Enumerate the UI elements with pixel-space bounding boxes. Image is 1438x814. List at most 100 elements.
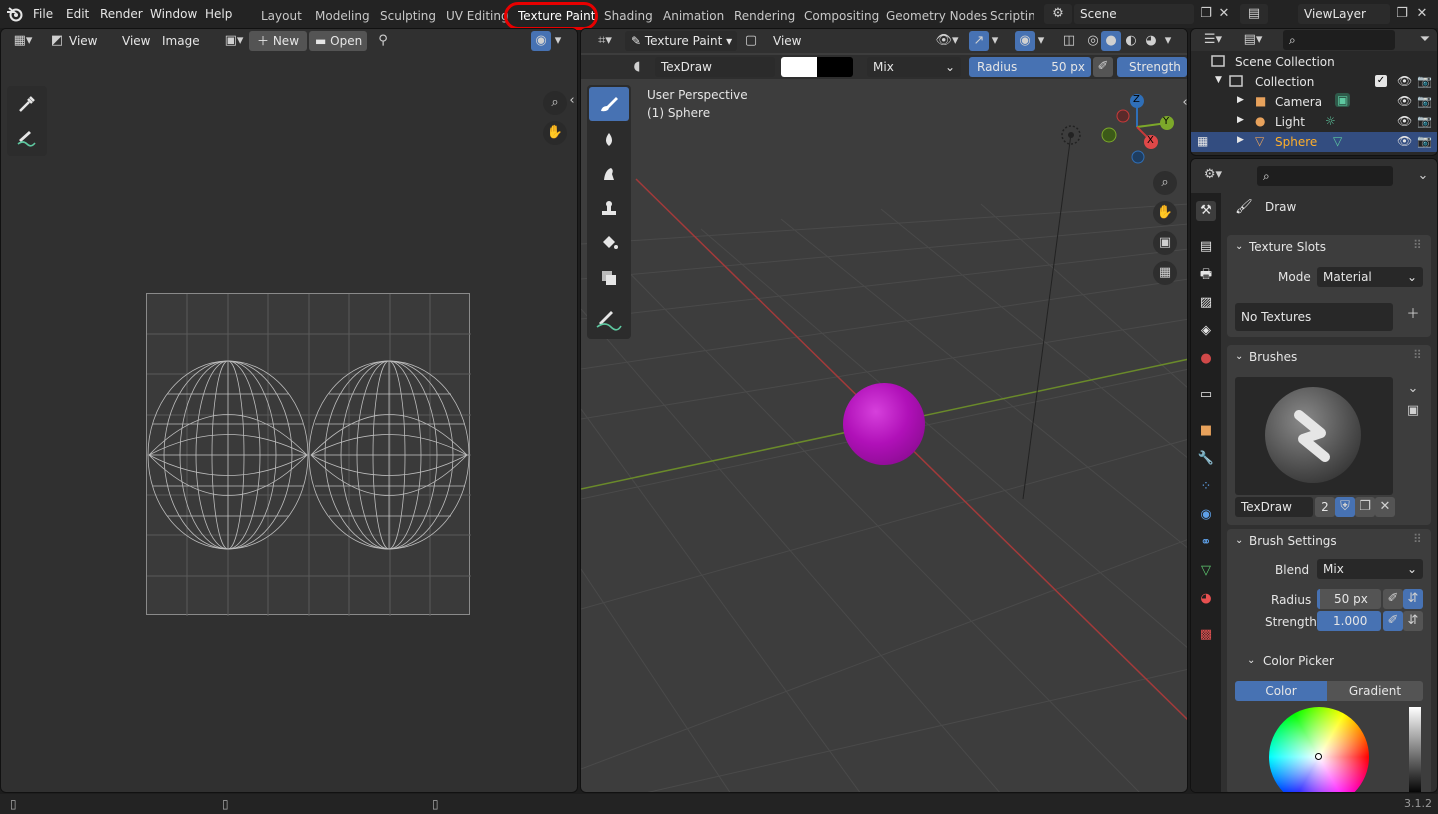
tab-uv-editing[interactable]: UV Editing <box>446 7 509 25</box>
collection-render-icon[interactable]: 📷 <box>1417 74 1432 88</box>
collection-checkbox[interactable]: ✓ <box>1375 75 1387 87</box>
strength-field[interactable]: 1.000 <box>1317 611 1381 631</box>
view-layer-tab-icon[interactable]: ▨ <box>1196 293 1216 313</box>
wireframe-shading-icon[interactable]: ◎ <box>1083 31 1103 51</box>
brush-list-dropdown-icon[interactable]: ⌄ <box>1403 379 1423 399</box>
scene-collection-label[interactable]: Scene Collection <box>1235 55 1335 69</box>
mode-dropdown[interactable]: Material ⌄ <box>1317 267 1423 287</box>
pan-hand-icon[interactable]: ✋ <box>543 121 567 145</box>
outliner-search-input[interactable]: ⌕ <box>1283 30 1395 50</box>
paint-mode-indicator-icon[interactable]: ▦ <box>1197 134 1208 148</box>
gizmo-toggle-icon[interactable]: ↗ <box>969 31 989 51</box>
camera-view-icon[interactable]: ▣ <box>1153 231 1177 255</box>
clone-tool[interactable] <box>589 191 629 225</box>
color-picker-expand-icon[interactable]: ⌄ <box>1247 655 1255 666</box>
overlay-icon[interactable]: ◉ <box>1015 31 1035 51</box>
menu-render[interactable]: Render <box>100 6 143 22</box>
xray-icon[interactable]: ◫ <box>1059 31 1079 51</box>
editor-type-3d-icon[interactable]: ⌗▾ <box>591 31 619 51</box>
sample-color-tool[interactable] <box>9 89 45 119</box>
pin-icon[interactable]: ⚲ <box>373 31 393 51</box>
brushes-title[interactable]: Brushes <box>1249 350 1297 364</box>
color-picker-title[interactable]: Color Picker <box>1263 654 1334 668</box>
blender-logo-icon[interactable] <box>6 6 24 22</box>
draw-tool[interactable] <box>9 123 45 153</box>
properties-editor-type-icon[interactable]: ⚙▾ <box>1199 165 1227 185</box>
collection-label[interactable]: Collection <box>1255 75 1314 89</box>
physics-tab-icon[interactable]: ◉ <box>1196 505 1216 525</box>
paint-mask-icon[interactable]: ▢ <box>741 31 761 51</box>
scene-tab-icon[interactable]: ◈ <box>1196 321 1216 341</box>
strength-pressure-toggle-icon[interactable]: ✐ <box>1383 611 1403 631</box>
camera-visibility-icon[interactable]: 👁 <box>1397 94 1412 108</box>
filter-icon[interactable]: ⏷ <box>1413 30 1437 50</box>
collection-visibility-icon[interactable]: 👁 <box>1397 74 1412 88</box>
solid-shading-icon[interactable]: ● <box>1101 31 1121 51</box>
primary-color-swatch[interactable] <box>781 57 817 77</box>
sidebar-toggle-icon[interactable]: ‹ <box>567 91 577 111</box>
overlay-dropdown-icon-3d[interactable]: ▾ <box>1035 31 1047 51</box>
radius-pressure-icon[interactable]: ✐ <box>1093 57 1113 77</box>
modifier-tab-icon[interactable]: 🔧 <box>1196 449 1216 469</box>
brush-name-field[interactable]: TexDraw <box>655 57 775 77</box>
overlay-toggle-icon[interactable]: ◉ <box>531 31 551 51</box>
gradient-tab[interactable]: Gradient <box>1327 681 1423 701</box>
zoom-icon[interactable]: ⌕ <box>543 91 567 115</box>
display-mode-icon[interactable]: ▤▾ <box>1239 30 1267 50</box>
material-tab-icon[interactable]: ◕ <box>1196 589 1216 609</box>
output-tab-icon[interactable]: 🖶 <box>1196 265 1216 285</box>
brush-preview-thumbnail[interactable] <box>1235 377 1393 495</box>
color-tab[interactable]: Color <box>1235 681 1327 701</box>
radius-unit-icon[interactable]: ⇵ <box>1403 589 1423 609</box>
brush-users-count[interactable]: 2 <box>1315 497 1335 517</box>
rendered-shading-icon[interactable]: ◕ <box>1141 31 1161 51</box>
tab-rendering[interactable]: Rendering <box>734 7 795 25</box>
shading-dropdown-icon[interactable]: ▾ <box>1161 31 1175 51</box>
menu-view[interactable]: View <box>122 34 150 48</box>
data-tab-icon[interactable]: ▽ <box>1196 561 1216 581</box>
color-wheel[interactable] <box>1269 707 1369 792</box>
brush-preview-icon[interactable]: ◖ <box>627 57 647 77</box>
outliner-row-camera[interactable]: ▶ ■ Camera ▣ 👁 📷 <box>1191 92 1437 112</box>
panel-expand-icon[interactable]: ⌄ <box>1235 241 1243 252</box>
smear-tool[interactable] <box>589 157 629 191</box>
properties-search-input[interactable]: ⌕ <box>1257 166 1393 186</box>
expand-arrow-icon[interactable]: ▶ <box>1237 135 1244 145</box>
drag-handle-icon[interactable]: ⠿ <box>1413 348 1422 362</box>
render-tab-icon[interactable]: ▤ <box>1196 237 1216 257</box>
tab-layout[interactable]: Layout <box>261 7 302 25</box>
sphere-render-icon[interactable]: 📷 <box>1417 134 1432 148</box>
tab-modeling[interactable]: Modeling <box>315 7 370 25</box>
radius-pressure-toggle-icon[interactable]: ✐ <box>1383 589 1403 609</box>
soften-tool[interactable] <box>589 123 629 157</box>
mask-tool[interactable] <box>589 261 629 295</box>
menu-image[interactable]: Image <box>162 34 200 48</box>
tab-scripting[interactable]: Scripting <box>990 7 1034 25</box>
texture-slots-title[interactable]: Texture Slots <box>1249 240 1326 254</box>
tab-animation[interactable]: Animation <box>663 7 724 25</box>
viewport-view-menu[interactable]: View <box>773 34 801 48</box>
image-browse-icon[interactable]: ▣▾ <box>221 31 247 51</box>
collapse-arrow-icon[interactable]: ▼ <box>1215 75 1222 85</box>
drag-handle-icon[interactable]: ⠿ <box>1413 238 1422 252</box>
annotate-tool[interactable] <box>587 301 631 337</box>
tab-shading[interactable]: Shading <box>604 7 653 25</box>
tab-sculpting[interactable]: Sculpting <box>380 7 436 25</box>
texture-slots-list[interactable]: No Textures <box>1235 303 1393 331</box>
view-mode-label[interactable]: View <box>69 34 97 48</box>
overlay-dropdown-icon[interactable]: ▾ <box>551 31 565 51</box>
drag-handle-icon[interactable]: ⠿ <box>1413 532 1422 546</box>
draw-brush-tool[interactable] <box>589 87 629 121</box>
sphere-object[interactable] <box>843 383 925 465</box>
view-layer-field[interactable]: ViewLayer <box>1298 4 1390 24</box>
viewport-pan-icon[interactable]: ✋ <box>1153 201 1177 225</box>
sphere-visibility-icon[interactable]: 👁 <box>1397 134 1412 148</box>
menu-window[interactable]: Window <box>150 6 197 22</box>
constraints-tab-icon[interactable]: ⚭ <box>1196 533 1216 553</box>
menu-file[interactable]: File <box>33 6 53 22</box>
fake-user-shield-icon[interactable]: ⛨ <box>1335 497 1355 517</box>
mode-selector[interactable]: ✎ Texture Paint ▾ <box>625 31 737 51</box>
new-image-button[interactable]: ＋ New <box>249 31 307 51</box>
secondary-color-swatch[interactable] <box>817 57 853 77</box>
viewport-sidebar-toggle-icon[interactable]: ‹ <box>1181 93 1187 113</box>
